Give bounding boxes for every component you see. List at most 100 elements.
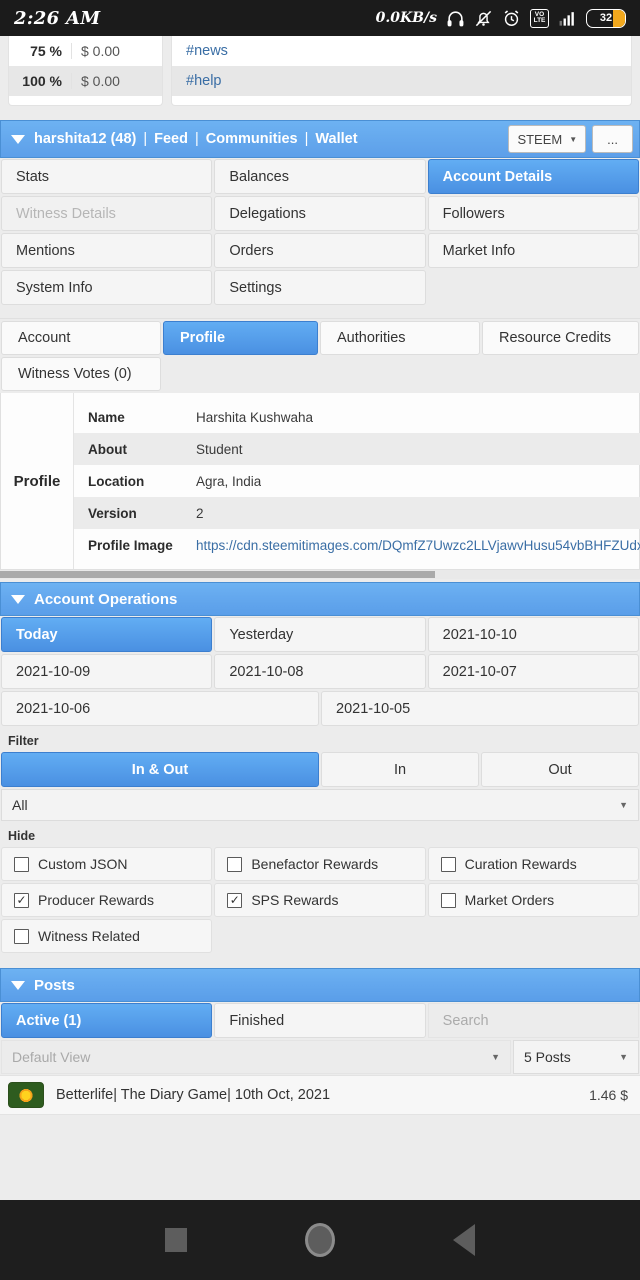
post-list-item[interactable]: Betterlife| The Diary Game| 10th Oct, 20… (0, 1075, 640, 1115)
direction-label: Out (548, 761, 572, 778)
bell-muted-icon (475, 10, 492, 26)
detail-tab-bar: Account Profile Authorities Resource Cre… (0, 319, 640, 393)
hide-option-witness-related[interactable]: Witness Related (1, 919, 213, 953)
checkbox-unchecked-icon[interactable] (440, 892, 456, 908)
date-button-2021-10-10[interactable]: 2021-10-10 (427, 617, 639, 652)
checkbox-unchecked-icon[interactable] (227, 856, 243, 872)
account-name-label[interactable]: harshita12 (48) (34, 131, 136, 147)
direction-in-and-out[interactable]: In & Out (1, 752, 319, 787)
account-navbar: harshita12 (48) | Feed | Communities | W… (0, 120, 640, 158)
hide-option-custom-json[interactable]: Custom JSON (1, 847, 213, 881)
profile-image-url[interactable]: https://cdn.steemitimages.com/DQmfZ7Uwzc… (182, 538, 640, 553)
posts-view-row: Default View ▼ 5 Posts ▼ (0, 1039, 640, 1075)
nav-link-wallet[interactable]: Wallet (315, 131, 357, 147)
chevron-down-icon[interactable] (11, 980, 25, 990)
hide-option-sps-rewards[interactable]: ✓ SPS Rewards (214, 883, 426, 917)
menu-item-balances[interactable]: Balances (214, 159, 426, 194)
date-button-2021-10-07[interactable]: 2021-10-07 (427, 654, 639, 689)
date-label: 2021-10-07 (442, 663, 517, 680)
tab-authorities[interactable]: Authorities (320, 321, 480, 355)
date-button-2021-10-05[interactable]: 2021-10-05 (321, 691, 639, 726)
posts-view-select[interactable]: Default View ▼ (1, 1040, 511, 1074)
table-row: 100 % $ 0.00 (9, 66, 162, 96)
horizontal-scrollbar[interactable] (0, 570, 640, 579)
date-filter-grid: Today Yesterday 2021-10-10 2021-10-09 20… (0, 616, 640, 727)
profile-rows: Name Harshita Kushwaha About Student Loc… (73, 393, 640, 569)
separator: | (304, 131, 309, 147)
date-label: 2021-10-10 (442, 626, 517, 643)
menu-item-mentions[interactable]: Mentions (1, 233, 213, 268)
date-button-today[interactable]: Today (1, 617, 213, 652)
checkbox-checked-icon[interactable]: ✓ (14, 892, 29, 908)
tab-profile[interactable]: Profile (163, 321, 318, 355)
menu-item-account-details[interactable]: Account Details (427, 159, 639, 194)
tab-label: Active (1) (16, 1012, 82, 1029)
menu-item-delegations[interactable]: Delegations (214, 196, 426, 231)
menu-item-followers[interactable]: Followers (427, 196, 639, 231)
hide-label: Hide (0, 822, 640, 846)
posts-tab-active[interactable]: Active (1) (1, 1003, 213, 1038)
menu-item-witness-details: Witness Details (1, 196, 213, 231)
menu-item-settings[interactable]: Settings (214, 270, 426, 305)
post-thumbnail-icon (8, 1082, 44, 1108)
hide-option-curation-rewards[interactable]: Curation Rewards (427, 847, 639, 881)
direction-out[interactable]: Out (481, 752, 639, 787)
date-button-2021-10-06[interactable]: 2021-10-06 (1, 691, 319, 726)
checkbox-unchecked-icon[interactable] (14, 928, 29, 944)
nav-link-communities[interactable]: Communities (206, 131, 298, 147)
token-selector[interactable]: STEEM ▼ (508, 125, 587, 153)
nav-link-feed[interactable]: Feed (154, 131, 188, 147)
date-button-2021-10-09[interactable]: 2021-10-09 (1, 654, 213, 689)
scrollbar-thumb[interactable] (0, 571, 436, 578)
list-item[interactable]: #news (172, 36, 631, 66)
direction-label: In (393, 761, 407, 778)
direction-filter-group: In & Out In Out (0, 751, 640, 788)
checkbox-checked-icon[interactable]: ✓ (227, 892, 243, 908)
table-row: Version 2 (74, 497, 640, 529)
checkbox-unchecked-icon[interactable] (14, 856, 29, 872)
chevron-down-icon[interactable] (11, 594, 25, 604)
page-scroll-area[interactable]: 75 % $ 0.00 100 % $ 0.00 #news #help har… (0, 36, 640, 1200)
filter-label: Filter (0, 727, 640, 751)
date-button-yesterday[interactable]: Yesterday (214, 617, 426, 652)
menu-item-orders[interactable]: Orders (214, 233, 426, 268)
tag-link[interactable]: #news (172, 43, 228, 59)
date-button-2021-10-08[interactable]: 2021-10-08 (214, 654, 426, 689)
tab-resource-credits[interactable]: Resource Credits (482, 321, 639, 355)
date-label: 2021-10-08 (229, 663, 304, 680)
home-circle-icon[interactable] (305, 1223, 335, 1257)
direction-in[interactable]: In (321, 752, 479, 787)
checkbox-unchecked-icon[interactable] (440, 856, 456, 872)
posts-tab-finished[interactable]: Finished (214, 1003, 426, 1038)
menu-item-stats[interactable]: Stats (1, 159, 213, 194)
more-options-button[interactable]: ... (592, 125, 633, 153)
menu-item-market-info[interactable]: Market Info (427, 233, 639, 268)
hide-option-benefactor-rewards[interactable]: Benefactor Rewards (214, 847, 426, 881)
operation-type-select[interactable]: All ▼ (1, 789, 639, 821)
table-row: Location Agra, India (74, 465, 640, 497)
date-label: 2021-10-05 (336, 700, 411, 717)
back-triangle-icon[interactable] (453, 1224, 475, 1256)
post-title[interactable]: Betterlife| The Diary Game| 10th Oct, 20… (56, 1087, 330, 1103)
chevron-down-icon[interactable] (11, 134, 25, 144)
android-navigation-bar (0, 1200, 640, 1280)
tab-account[interactable]: Account (1, 321, 161, 355)
posts-count-value: 5 Posts (524, 1049, 571, 1065)
account-operations-header[interactable]: Account Operations (0, 582, 640, 616)
posts-search-input[interactable]: Search (427, 1003, 639, 1038)
date-label: Yesterday (229, 626, 294, 643)
posts-count-select[interactable]: 5 Posts ▼ (513, 1040, 639, 1074)
menu-item-label: Witness Details (16, 205, 116, 222)
chevron-down-icon: ▼ (491, 1052, 500, 1062)
tab-label: Profile (180, 330, 226, 346)
tag-link[interactable]: #help (172, 73, 221, 89)
hide-option-label: Curation Rewards (464, 856, 577, 872)
list-item[interactable]: #help (172, 66, 631, 96)
posts-header[interactable]: Posts (0, 968, 640, 1002)
hide-option-producer-rewards[interactable]: ✓ Producer Rewards (1, 883, 213, 917)
row-key: Version (88, 505, 137, 521)
menu-item-system-info[interactable]: System Info (1, 270, 213, 305)
hide-option-market-orders[interactable]: Market Orders (427, 883, 639, 917)
recents-square-icon[interactable] (165, 1228, 187, 1252)
tab-witness-votes[interactable]: Witness Votes (0) (1, 357, 161, 391)
